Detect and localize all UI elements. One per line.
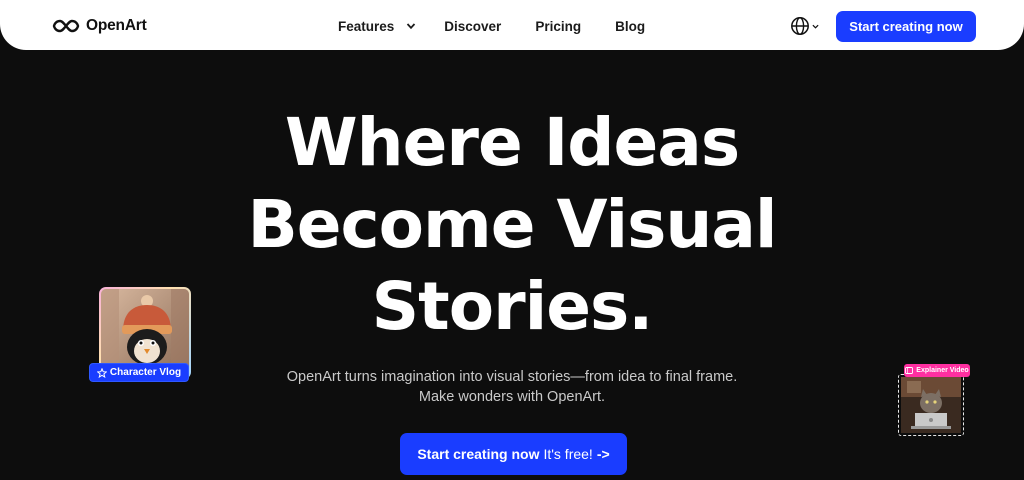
- nav-item-label: Blog: [615, 18, 646, 34]
- top-navbar: OpenArt Features Discover Pricing Blog S…: [0, 0, 1024, 50]
- explainer-video-tag: Explainer Video: [904, 364, 970, 377]
- nav-item-blog[interactable]: Blog: [615, 19, 645, 34]
- explainer-video-card[interactable]: [898, 374, 964, 436]
- cta-strong-text: Start creating now: [417, 446, 540, 462]
- hero-title-line: Become Visual: [247, 186, 777, 263]
- tag-label: Explainer Video: [916, 367, 969, 374]
- nav-item-discover[interactable]: Discover: [444, 19, 501, 34]
- nav-item-label: Pricing: [535, 18, 582, 34]
- star-icon: [96, 367, 107, 378]
- logo-text: OpenArt: [86, 17, 147, 34]
- hero-subtitle-line: Make wonders with OpenArt.: [418, 389, 606, 405]
- character-vlog-tag: Character Vlog: [89, 363, 189, 382]
- hero-title-line: Where Ideas: [284, 104, 740, 181]
- cta-light-text: It's free!: [543, 446, 593, 462]
- start-creating-button[interactable]: Start creating now: [836, 11, 976, 42]
- globe-icon: [791, 17, 809, 35]
- infinity-logo-icon: [52, 19, 80, 33]
- nav-item-pricing[interactable]: Pricing: [535, 19, 581, 34]
- hero-start-creating-button[interactable]: Start creating now It's free! ->: [400, 433, 627, 475]
- logo-link[interactable]: OpenArt: [52, 15, 147, 37]
- main-nav: Features Discover Pricing Blog: [338, 16, 645, 36]
- nav-item-label: Discover: [444, 18, 502, 34]
- cat-laptop-thumbnail-image: [901, 377, 961, 433]
- tag-label: Character Vlog: [109, 367, 182, 378]
- film-icon: [905, 367, 914, 374]
- navbar-inner: OpenArt Features Discover Pricing Blog S…: [0, 0, 1024, 50]
- cta-arrow-text: ->: [596, 446, 610, 462]
- nav-item-features[interactable]: Features: [338, 19, 416, 34]
- language-selector[interactable]: [790, 16, 820, 36]
- chevron-down-icon: [407, 23, 416, 30]
- chevron-down-icon: [812, 24, 819, 29]
- nav-item-label: Features: [338, 18, 395, 34]
